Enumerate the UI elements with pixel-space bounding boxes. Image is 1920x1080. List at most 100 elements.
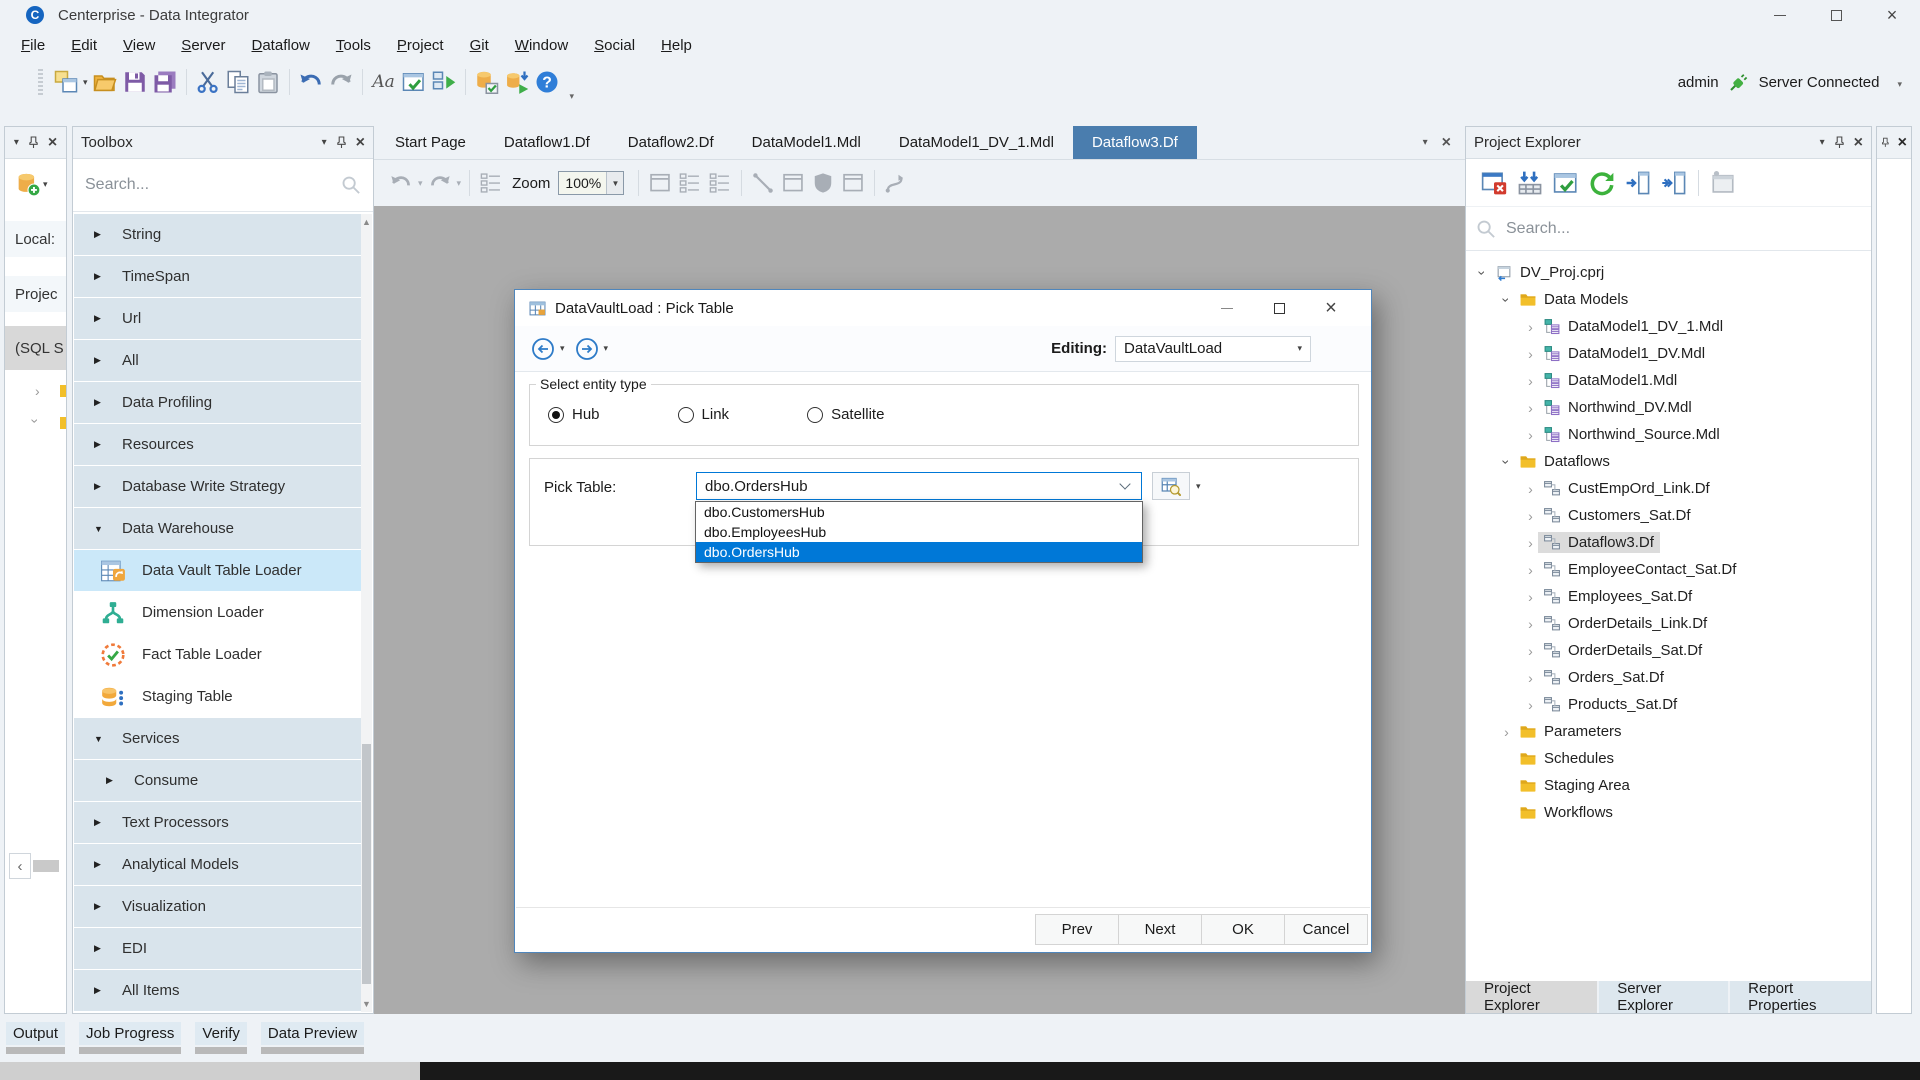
tree-item-data-models[interactable]: ›Data Models [1467,286,1870,313]
scrollbar-thumb[interactable] [362,744,371,984]
dock-right-icon[interactable] [1656,167,1692,199]
close-panel-icon[interactable]: × [48,135,57,151]
radio-icon[interactable] [807,407,823,423]
paste-button[interactable] [253,67,283,97]
ok-button[interactable]: OK [1201,914,1285,945]
verify-window-button[interactable] [399,67,429,97]
panel-menu-chevron[interactable]: ▾ [322,137,327,148]
pick-table-combobox[interactable]: dbo.OrdersHub [696,472,1142,500]
tab-output[interactable]: Output [6,1022,65,1054]
toolbox-category-timespan[interactable]: ▶TimeSpan [74,256,361,297]
tree-item-dataflow[interactable]: ›OrderDetails_Link.Df [1467,610,1870,637]
tab-dataflow3[interactable]: Dataflow3.Df [1073,126,1197,159]
tab-start-page[interactable]: Start Page [376,126,485,159]
verify-project-icon[interactable] [1548,167,1584,199]
link-style-icon[interactable] [748,168,778,198]
tree-item-dataflow[interactable]: ›Products_Sat.Df [1467,691,1870,718]
copy-button[interactable] [223,67,253,97]
chevron-right-icon[interactable]: › [1523,347,1538,361]
tree-item-dataflow[interactable]: ›Employees_Sat.Df [1467,583,1870,610]
database-run-button[interactable] [502,67,532,97]
toolbox-scrollbar[interactable]: ▲ ▼ [361,214,372,1012]
pin-icon[interactable] [1834,136,1845,149]
prev-button[interactable]: Prev [1035,914,1119,945]
redo-icon[interactable] [425,168,455,198]
tree-item-model[interactable]: ›DataModel1_DV_1.Mdl [1467,313,1870,340]
toolbox-category-database-write-strategy[interactable]: ▶Database Write Strategy [74,466,361,507]
toolbox-category-data-profiling[interactable]: ▶Data Profiling [74,382,361,423]
forward-history-chevron[interactable]: ▾ [604,343,609,354]
add-database-icon[interactable] [15,171,41,197]
chevron-down-icon[interactable]: › [1500,292,1514,307]
redo-button[interactable] [326,67,356,97]
menu-social[interactable]: Social [581,33,648,58]
expand-nodes-icon[interactable] [675,168,705,198]
browse-tables-button[interactable] [1152,472,1190,500]
radio-selected-icon[interactable] [548,407,564,423]
tree-item-model[interactable]: ›DataModel1.Mdl [1467,367,1870,394]
toolbox-search-input[interactable] [85,176,341,194]
tab-job-progress[interactable]: Job Progress [79,1022,181,1054]
auto-layout-icon[interactable] [476,168,506,198]
tab-dataflow2[interactable]: Dataflow2.Df [609,126,733,159]
status-overflow-chevron[interactable]: ▾ [1897,79,1902,90]
toolbox-category-resources[interactable]: ▶Resources [74,424,361,465]
scroll-up-icon[interactable]: ▲ [362,214,371,230]
menu-edit[interactable]: Edit [58,33,110,58]
tree-item-model[interactable]: ›Northwind_DV.Mdl [1467,394,1870,421]
chevron-right-icon[interactable]: › [1523,644,1538,658]
refresh-icon[interactable] [1584,167,1620,199]
tree-item-schedules[interactable]: ›Schedules [1467,745,1870,772]
chevron-right-icon[interactable]: › [1523,482,1538,496]
menu-tools[interactable]: Tools [323,33,384,58]
tree-item-workflows[interactable]: ›Workflows [1467,799,1870,826]
tab-list-chevron[interactable]: ▾ [1423,137,1428,148]
chevron-right-icon[interactable]: › [35,383,40,399]
tab-project-explorer[interactable]: Project Explorer [1466,981,1597,1013]
tab-verify[interactable]: Verify [195,1022,247,1054]
new-document-button[interactable] [51,67,81,97]
shield-icon[interactable] [808,168,838,198]
diagram-options-icon[interactable] [838,168,868,198]
tree-item-staging-area[interactable]: ›Staging Area [1467,772,1870,799]
dialog-titlebar[interactable]: DataVaultLoad : Pick Table × [515,290,1371,326]
toolbox-category-string[interactable]: ▶String [74,214,361,255]
close-document-icon[interactable]: × [1442,134,1451,152]
next-button[interactable]: Next [1118,914,1202,945]
chevron-right-icon[interactable]: › [1523,617,1538,631]
undo-icon[interactable] [386,168,416,198]
remove-project-icon[interactable] [1476,167,1512,199]
radio-satellite[interactable]: Satellite [807,406,884,423]
tree-item-dataflow[interactable]: ›Customers_Sat.Df [1467,502,1870,529]
properties-icon[interactable] [1705,167,1741,199]
close-button[interactable]: × [1864,0,1920,30]
chevron-right-icon[interactable]: › [1523,536,1538,550]
tab-dataflow1[interactable]: Dataflow1.Df [485,126,609,159]
redo-menu-chevron[interactable]: ▾ [457,178,462,189]
cancel-button[interactable]: Cancel [1284,914,1368,945]
maximize-button[interactable] [1808,0,1864,30]
node-list-icon[interactable] [705,168,735,198]
dock-left-icon[interactable] [1620,167,1656,199]
connection-label-sqlserver[interactable]: (SQL S [5,326,67,370]
tree-item-dataflow[interactable]: ›EmployeeContact_Sat.Df [1467,556,1870,583]
project-search-input[interactable] [1506,220,1861,238]
close-panel-icon[interactable]: × [1898,135,1907,151]
undo-menu-chevron[interactable]: ▾ [418,178,423,189]
back-button[interactable] [531,337,555,361]
help-button[interactable] [532,67,562,97]
menu-git[interactable]: Git [457,33,502,58]
minimize-button[interactable] [1752,0,1808,30]
back-history-chevron[interactable]: ▾ [560,343,565,354]
open-button[interactable] [90,67,120,97]
tree-item-dataflow[interactable]: ›Orders_Sat.Df [1467,664,1870,691]
panel-menu-chevron[interactable]: ▾ [14,137,19,148]
database-verify-button[interactable] [472,67,502,97]
tree-item-project[interactable]: ›DV_Proj.cprj [1467,259,1870,286]
tree-item-model[interactable]: ›Northwind_Source.Mdl [1467,421,1870,448]
toolbox-category-data-warehouse[interactable]: ▼Data Warehouse [74,508,361,549]
toolbox-category-all-items[interactable]: ▶All Items [74,970,361,1011]
dialog-minimize-button[interactable] [1201,293,1253,323]
toolbox-category-consume[interactable]: ▶Consume [74,760,361,801]
toolbox-category-edi[interactable]: ▶EDI [74,928,361,969]
